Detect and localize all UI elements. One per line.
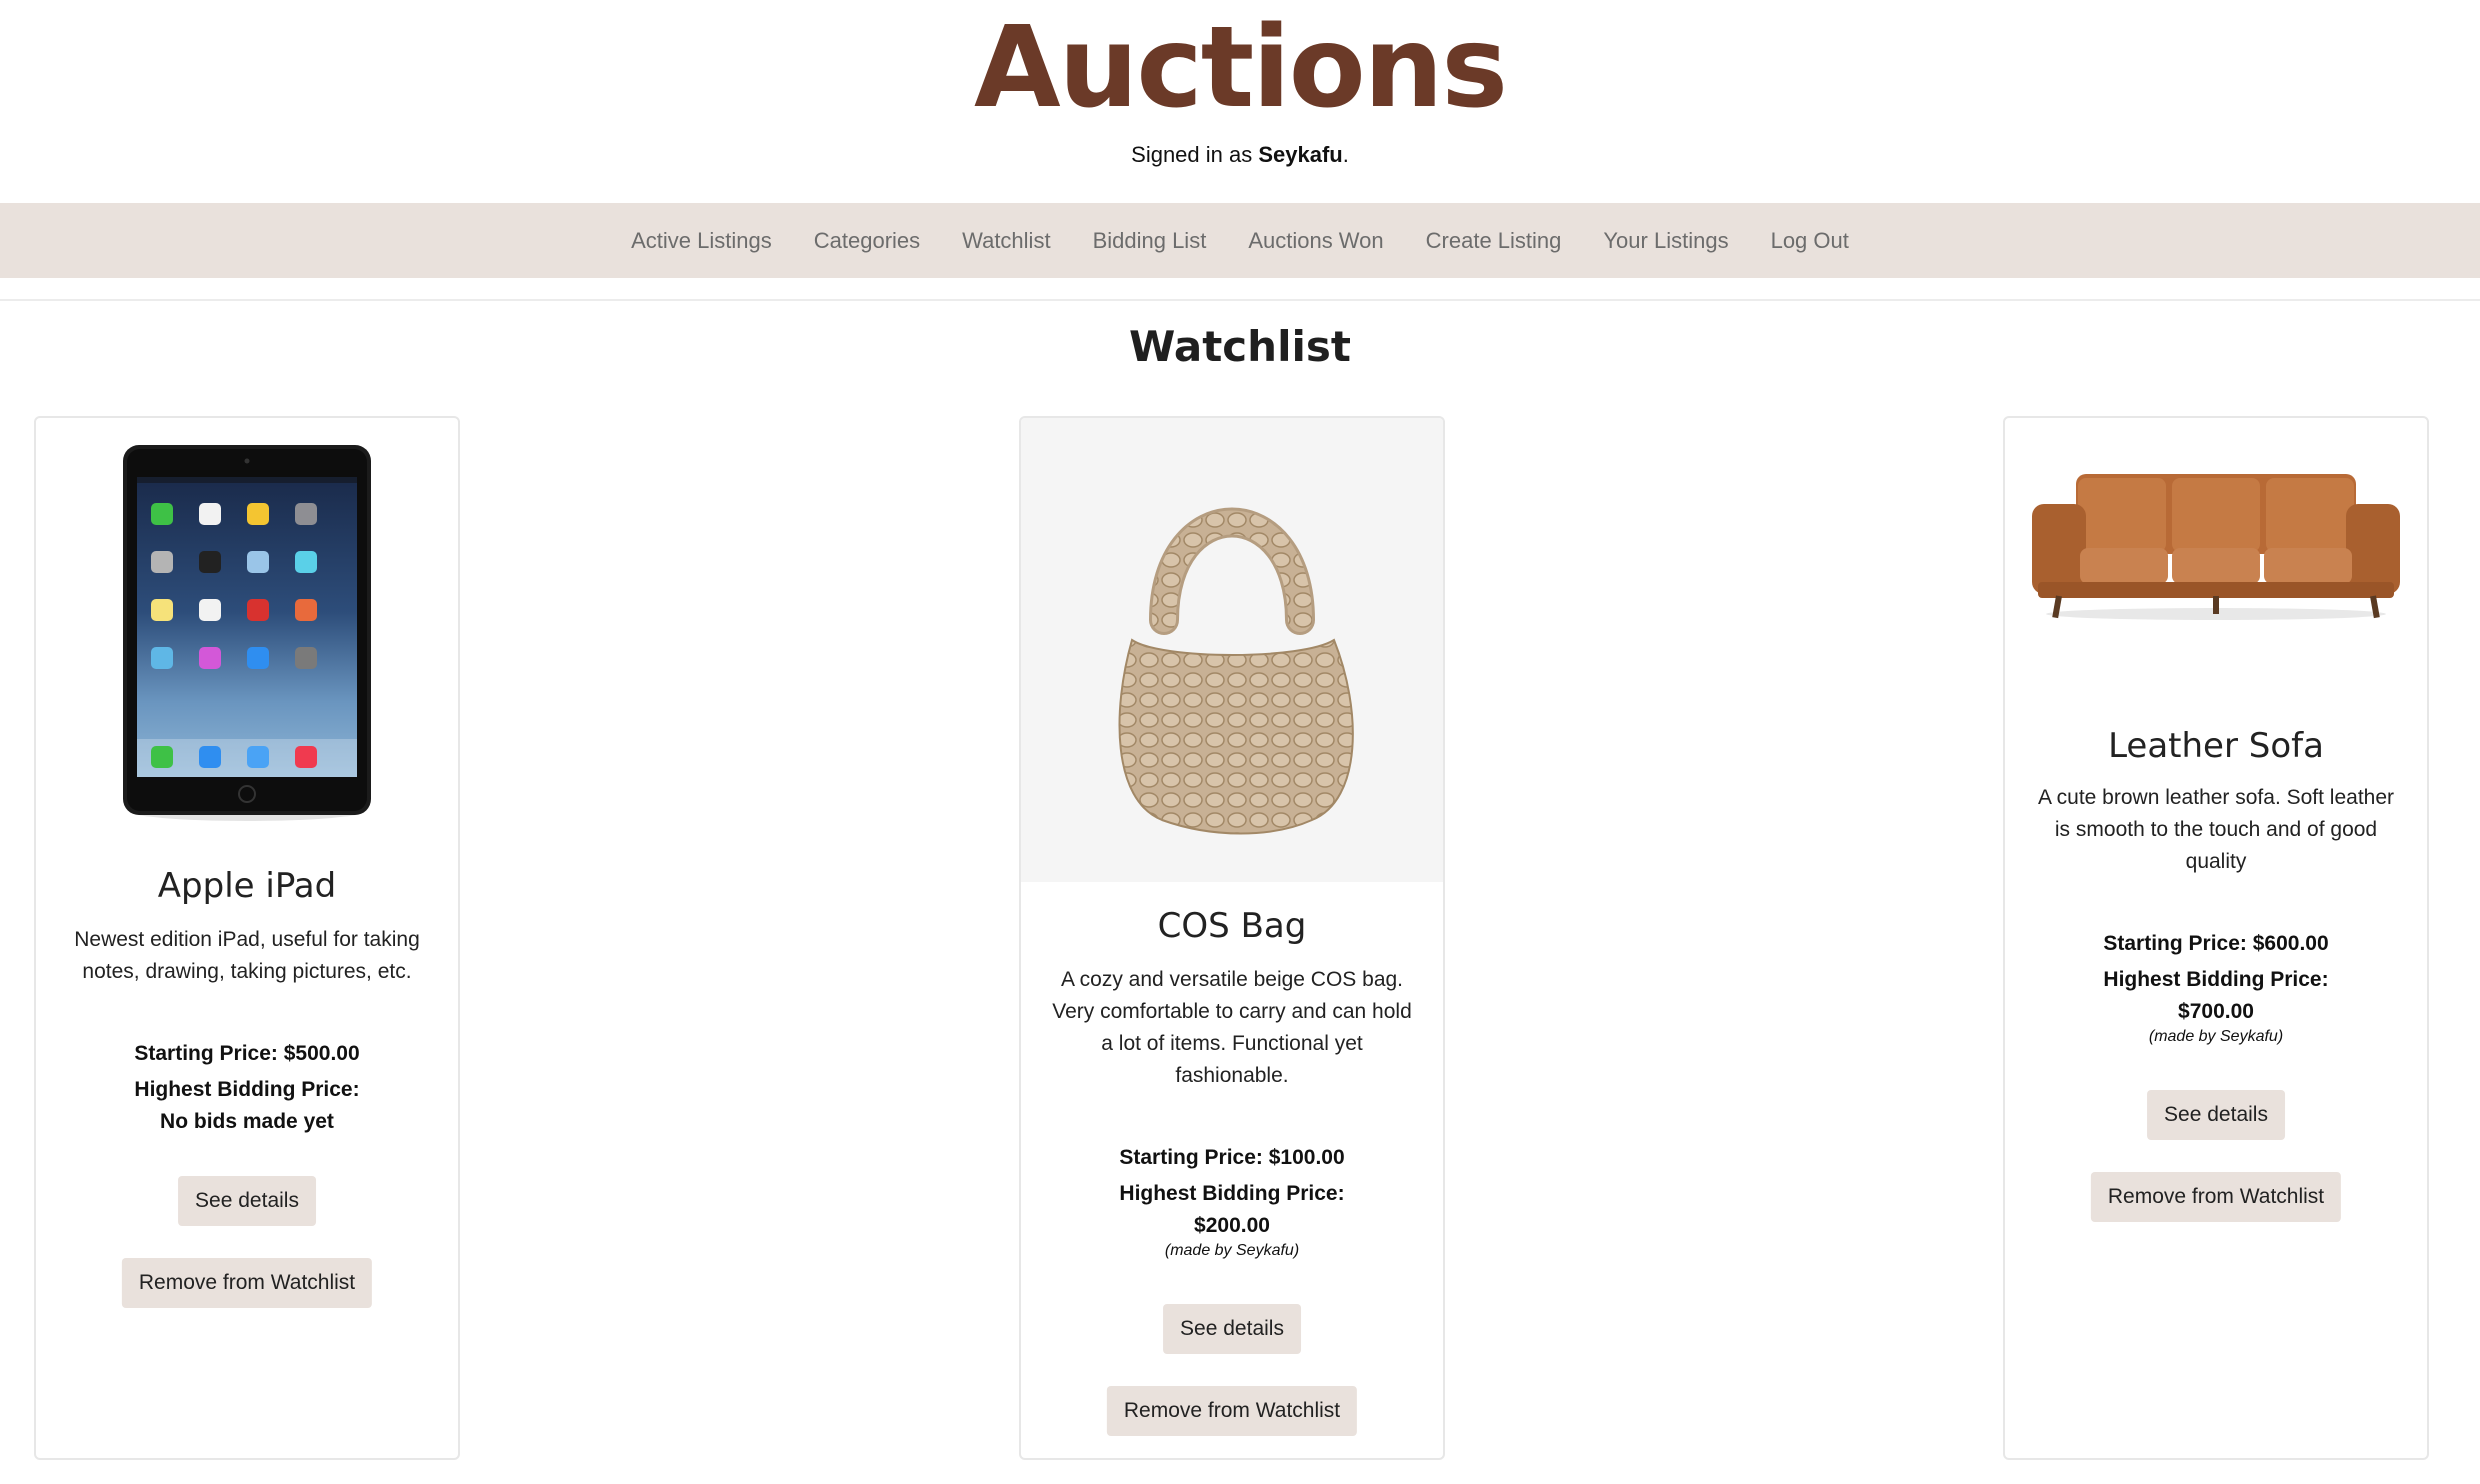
listing-description: A cute brown leather sofa. Soft leather … [2037, 786, 2395, 873]
bid-made-by: (made by Seykafu) [2148, 1028, 2284, 1045]
listing-card: Apple iPad Newest edition iPad, useful f… [34, 416, 460, 1460]
see-details-button[interactable]: See details [1163, 1304, 1301, 1354]
listing-title: COS Bag [1157, 906, 1307, 946]
listing-image-leather-sofa [2005, 454, 2427, 644]
nav-bidding-list[interactable]: Bidding List [1072, 228, 1228, 254]
username: Seykafu [1258, 142, 1343, 167]
nav-watchlist[interactable]: Watchlist [941, 228, 1071, 254]
highest-bid-value: No bids made yet [160, 1110, 334, 1133]
listing-card: Leather Sofa A cute brown leather sofa. … [2003, 416, 2429, 1460]
listing-title: Apple iPad [157, 866, 337, 906]
nav-active-listings[interactable]: Active Listings [610, 228, 793, 254]
divider [0, 299, 2480, 301]
listing-description: A cozy and versatile beige COS bag. Very… [1052, 968, 1412, 1087]
main-nav: Active Listings Categories Watchlist Bid… [0, 203, 2480, 278]
highest-bid-label: Highest Bidding Price: [1119, 1182, 1345, 1205]
sofa-image [2032, 474, 2400, 620]
nav-categories[interactable]: Categories [793, 228, 941, 254]
see-details-button[interactable]: See details [178, 1176, 316, 1226]
signed-in-text: Signed in as Seykafu. [0, 142, 2480, 168]
page-heading: Watchlist [1129, 322, 1351, 371]
nav-log-out[interactable]: Log Out [1750, 228, 1870, 254]
remove-from-watchlist-button[interactable]: Remove from Watchlist [121, 1258, 373, 1308]
listing-image-cos-bag [1021, 418, 1443, 882]
ipad-image [123, 445, 371, 821]
signed-in-suffix: . [1342, 142, 1349, 167]
highest-bid-value: $200.00 [1194, 1214, 1270, 1237]
remove-from-watchlist-button[interactable]: Remove from Watchlist [1106, 1386, 1358, 1436]
bid-made-by: (made by Seykafu) [1164, 1242, 1300, 1259]
nav-auctions-won[interactable]: Auctions Won [1227, 228, 1404, 254]
highest-bid-label: Highest Bidding Price: [2103, 968, 2329, 991]
site-title: Auctions [973, 3, 1508, 133]
starting-price: Starting Price: $100.00 [1119, 1146, 1345, 1169]
listing-image-ipad [36, 442, 458, 822]
nav-your-listings[interactable]: Your Listings [1582, 228, 1749, 254]
signed-in-prefix: Signed in as [1131, 142, 1259, 167]
bag-image [1118, 507, 1354, 835]
starting-price: Starting Price: $600.00 [2103, 932, 2329, 955]
starting-price: Starting Price: $500.00 [134, 1042, 360, 1065]
listing-title: Leather Sofa [2108, 726, 2324, 766]
listing-card: COS Bag A cozy and versatile beige COS b… [1019, 416, 1445, 1460]
highest-bid-value: $700.00 [2178, 1000, 2254, 1023]
see-details-button[interactable]: See details [2147, 1090, 2285, 1140]
remove-from-watchlist-button[interactable]: Remove from Watchlist [2090, 1172, 2342, 1222]
nav-create-listing[interactable]: Create Listing [1405, 228, 1583, 254]
highest-bid-label: Highest Bidding Price: [134, 1078, 360, 1101]
listing-description: Newest edition iPad, useful for taking n… [74, 928, 420, 983]
page: Auctions Signed in as Seykafu. Active Li… [0, 0, 2480, 1484]
